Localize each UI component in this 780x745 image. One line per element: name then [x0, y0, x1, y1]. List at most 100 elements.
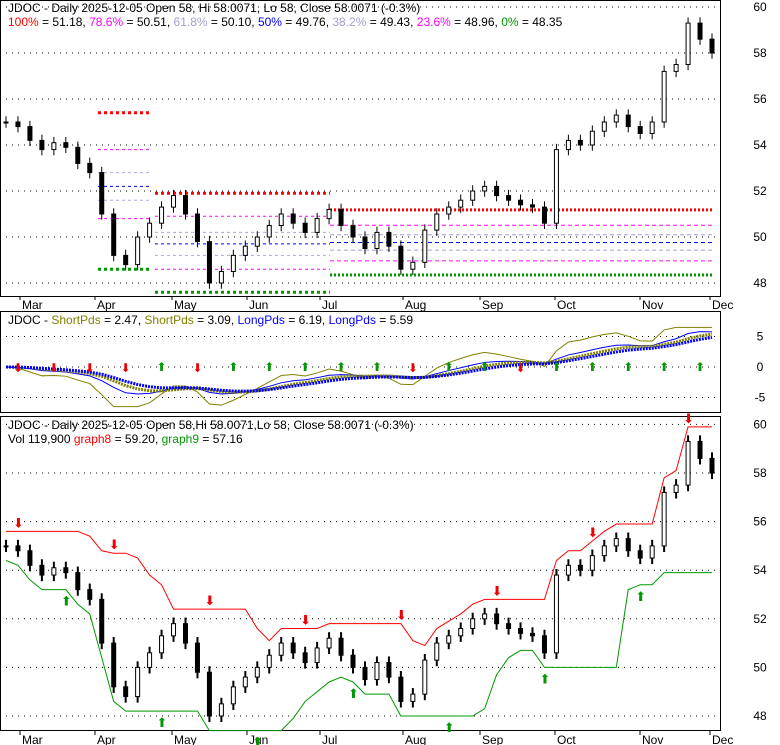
candle-body	[589, 130, 595, 146]
candle-body	[182, 623, 188, 644]
candle-body	[518, 199, 524, 206]
candle-body	[266, 654, 272, 668]
candle-body	[589, 555, 595, 571]
candle-body	[374, 662, 380, 681]
candle-body	[39, 564, 45, 576]
up-arrow-icon: ⬆	[695, 360, 705, 374]
chart-canvas: 485052545658604850525456586050-5Mar Apr Ma…	[0, 0, 767, 745]
candle-body	[27, 550, 33, 566]
candle-body	[266, 225, 272, 238]
candle-body	[350, 225, 356, 238]
fib-label: 38.2%	[332, 15, 367, 29]
up-arrow-icon: ⬆	[539, 671, 550, 686]
candle-body	[601, 545, 607, 557]
candle-body	[51, 567, 57, 576]
candle-body	[218, 271, 224, 284]
candle-body	[302, 652, 308, 664]
candle-body	[482, 185, 488, 192]
candle-body	[123, 686, 129, 698]
candle-body	[206, 241, 212, 284]
up-arrow-icon: ⬆	[61, 594, 72, 609]
osc-label: ShortPds	[144, 313, 194, 327]
candle-body	[290, 213, 296, 224]
down-arrow-icon: ⬇	[396, 608, 407, 623]
candle-body	[350, 654, 356, 668]
osc-value: 3.09	[207, 313, 231, 327]
candle-body	[386, 662, 392, 678]
up-arrow-icon: ⬆	[348, 686, 359, 701]
y-tick-label: 52	[753, 612, 767, 626]
oscillator-line	[5, 335, 713, 393]
y-tick-label: -5	[755, 391, 766, 405]
y-tick-label: 48	[753, 709, 767, 723]
candle-body	[3, 545, 9, 548]
x-tick-label: Sep	[482, 733, 504, 745]
fib-label: 0%	[501, 15, 519, 29]
candle-body	[494, 613, 500, 625]
x-tick-label: Oct	[557, 733, 576, 745]
candle-body	[99, 172, 105, 215]
x-tick-label: May	[174, 298, 197, 312]
fib-value: 48.35	[532, 15, 563, 29]
candle-body	[577, 139, 583, 146]
y-tick-label: 50	[753, 660, 767, 674]
up-arrow-icon: ⬆	[551, 360, 561, 374]
candle-body	[326, 637, 332, 649]
up-arrow-icon: ⬆	[480, 360, 490, 374]
candle-body	[111, 642, 117, 688]
candle-body	[63, 567, 69, 574]
candle-body	[410, 693, 416, 702]
up-arrow-icon: ⬆	[372, 360, 382, 374]
down-arrow-icon: ⬇	[13, 361, 23, 375]
candle-body	[194, 642, 200, 673]
candle-body	[254, 236, 260, 247]
candle-body	[577, 564, 583, 571]
candle-body	[63, 142, 69, 148]
fib-label: 100%	[8, 15, 39, 29]
up-arrow-icon: ⬆	[157, 360, 167, 374]
candle-body	[446, 206, 452, 215]
fib-label: 61.8%	[173, 15, 208, 29]
candle-body	[398, 245, 404, 270]
fib-label: 78.6%	[89, 15, 124, 29]
candle-body	[458, 628, 464, 637]
candle-body	[362, 666, 368, 681]
up-arrow-icon: ⬆	[228, 360, 238, 374]
up-arrow-icon: ⬆	[444, 720, 455, 735]
candle-body	[3, 121, 9, 124]
candle-body	[673, 64, 679, 72]
candle-body	[422, 659, 428, 695]
candle-body	[410, 261, 416, 270]
x-tick-label: Mar	[22, 298, 43, 312]
candle-body	[242, 676, 248, 688]
candle-body	[194, 213, 200, 243]
x-tick-label: Nov	[642, 298, 663, 312]
y-tick-label: 48	[753, 276, 767, 290]
oscillator-line	[5, 331, 713, 395]
candle-body	[446, 635, 452, 644]
candle-body	[434, 213, 440, 231]
candle-body	[171, 195, 177, 208]
candle-body	[470, 618, 476, 630]
stops-panel-title: JDOC - Daily 2025-12-05 Open 58,Hi 58.00…	[8, 418, 414, 432]
x-tick-label: Oct	[557, 298, 576, 312]
candle-body	[637, 550, 643, 559]
down-arrow-icon: ⬇	[85, 361, 95, 375]
candle-body	[374, 231, 380, 249]
candle-body	[87, 589, 93, 600]
x-tick-label: Jul	[322, 298, 337, 312]
candle-body	[601, 121, 607, 132]
candle-body	[326, 208, 332, 220]
fib-label: 23.6%	[416, 15, 451, 29]
y-tick-label: 50	[753, 230, 767, 244]
y-tick-label: 60	[753, 417, 767, 431]
candle-body	[147, 652, 153, 668]
x-tick-label: Apr	[97, 733, 116, 745]
candle-body	[482, 613, 488, 620]
down-arrow-icon: ⬇	[121, 361, 131, 375]
y-tick-label: 58	[753, 46, 767, 60]
down-arrow-icon: ⬇	[192, 361, 202, 375]
candle-body	[338, 208, 344, 226]
candle-body	[434, 642, 440, 661]
osc-legend: JDOC - ShortPds = 2.47, ShortPds = 3.09,…	[8, 313, 414, 327]
